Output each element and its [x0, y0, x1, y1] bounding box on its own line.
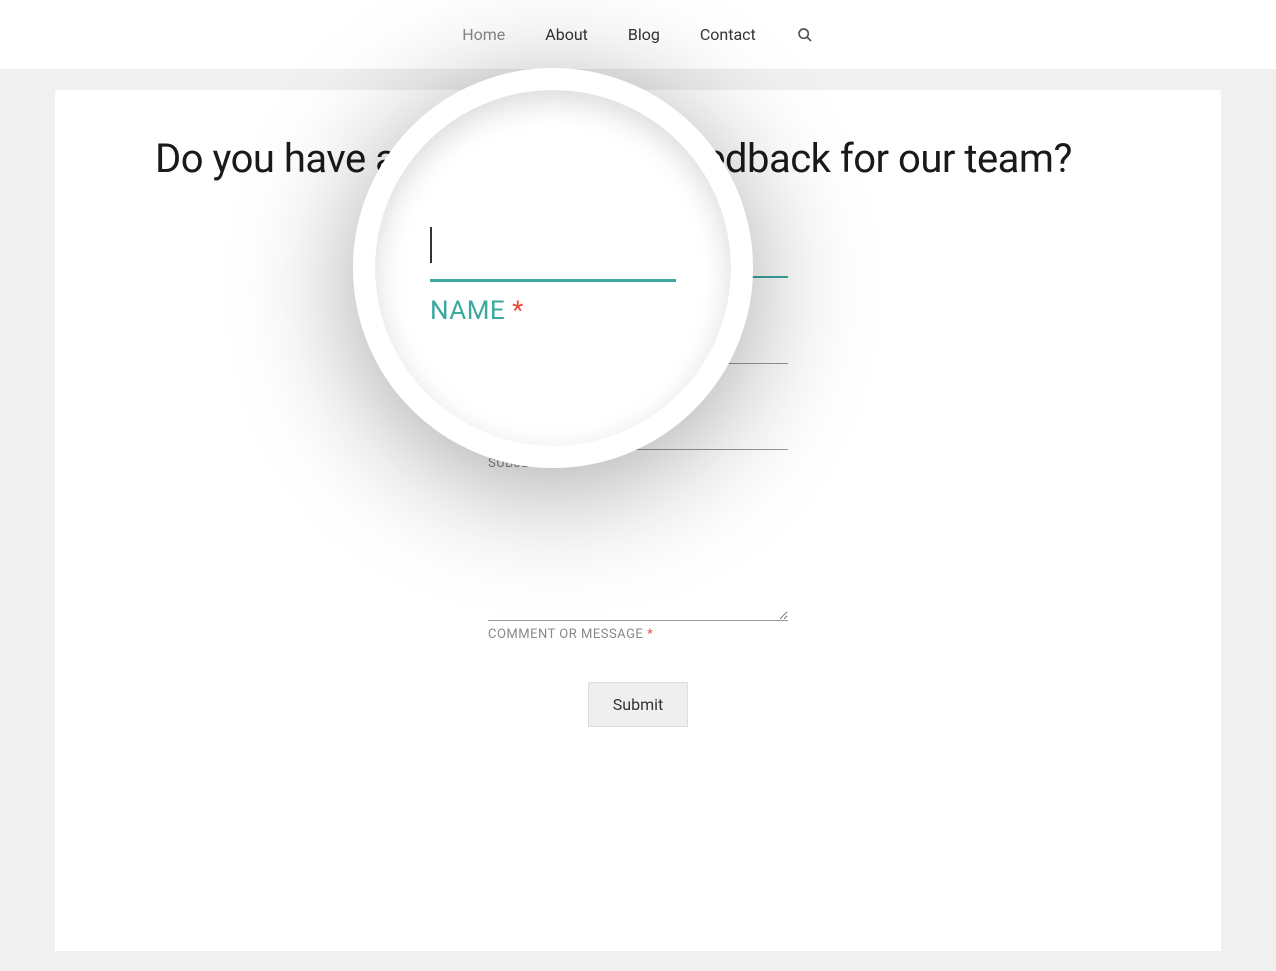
nav-link-blog[interactable]: Blog: [628, 25, 660, 44]
submit-button[interactable]: Submit: [588, 682, 688, 727]
main-navbar: Home About Blog Contact: [0, 0, 1276, 70]
content-wrapper: Do you have any questions or feedback fo…: [0, 70, 1276, 971]
message-textarea[interactable]: [488, 501, 788, 621]
submit-container: Submit: [488, 682, 788, 727]
message-label: COMMENT OR MESSAGE *: [488, 627, 788, 642]
email-input[interactable]: [488, 329, 788, 364]
required-star: *: [647, 627, 653, 642]
nav-link-contact[interactable]: Contact: [700, 25, 756, 44]
email-label: EMAIL *: [488, 370, 788, 385]
required-star: *: [530, 284, 536, 299]
page-title: Do you have any questions or feedback fo…: [155, 135, 1121, 182]
name-field-group: NAME *: [488, 242, 788, 299]
required-star: *: [550, 456, 556, 471]
subject-field-group: SUBJECT *: [488, 415, 788, 471]
message-field-group: COMMENT OR MESSAGE *: [488, 501, 788, 642]
contact-form: NAME * EMAIL * SUBJECT * C: [488, 242, 788, 727]
email-field-group: EMAIL *: [488, 329, 788, 385]
subject-input[interactable]: [488, 415, 788, 450]
search-icon[interactable]: [796, 26, 814, 44]
nav-links-container: Home About Blog Contact: [462, 25, 814, 44]
name-input[interactable]: [488, 242, 788, 278]
nav-link-home[interactable]: Home: [462, 25, 505, 44]
content-card: Do you have any questions or feedback fo…: [55, 90, 1221, 951]
nav-link-about[interactable]: About: [545, 25, 588, 44]
required-star: *: [532, 370, 538, 385]
subject-label: SUBJECT *: [488, 456, 788, 471]
name-label: NAME *: [488, 284, 788, 299]
